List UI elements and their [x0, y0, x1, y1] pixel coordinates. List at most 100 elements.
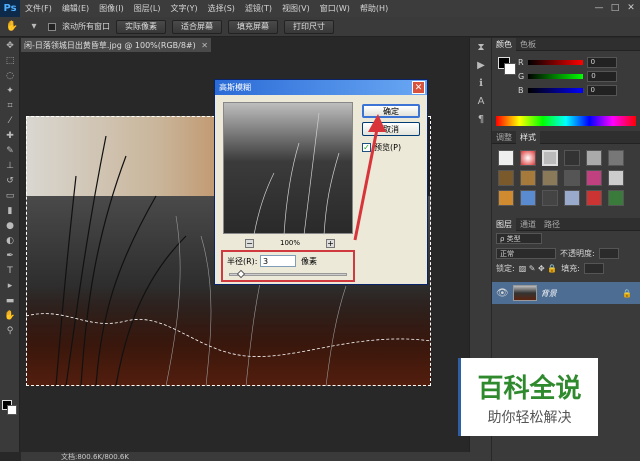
- style-swatch[interactable]: [542, 150, 558, 166]
- style-swatch[interactable]: [542, 190, 558, 206]
- style-swatch[interactable]: [520, 190, 536, 206]
- style-swatch[interactable]: [586, 190, 602, 206]
- gradient-tool-icon[interactable]: ▮: [0, 203, 20, 218]
- actual-pixels-button[interactable]: 实际像素: [116, 19, 166, 34]
- style-swatch[interactable]: [608, 150, 624, 166]
- stamp-tool-icon[interactable]: ⊥: [0, 158, 20, 173]
- style-swatch[interactable]: [498, 190, 514, 206]
- style-swatch[interactable]: [586, 150, 602, 166]
- background-swatch[interactable]: [504, 63, 516, 75]
- style-swatch[interactable]: [564, 190, 580, 206]
- opacity-field[interactable]: [598, 248, 619, 259]
- color-swatches[interactable]: [2, 400, 18, 416]
- fill-field[interactable]: [583, 263, 604, 274]
- blur-preview[interactable]: [223, 102, 353, 236]
- shape-tool-icon[interactable]: ▬: [0, 293, 20, 308]
- tab-styles[interactable]: 样式: [516, 130, 540, 144]
- maximize-button[interactable]: □: [608, 1, 622, 15]
- hand-tool-side-icon[interactable]: ✋: [0, 308, 20, 323]
- preview-toggle[interactable]: ✓ 预览(P): [362, 142, 401, 153]
- ok-button[interactable]: 确定: [362, 104, 420, 118]
- move-tool-icon[interactable]: ✥: [0, 38, 20, 53]
- lasso-tool-icon[interactable]: ◌: [0, 68, 20, 83]
- menu-type[interactable]: 文字(Y): [165, 3, 202, 14]
- close-document-icon[interactable]: ✕: [201, 41, 211, 50]
- style-swatch[interactable]: [586, 170, 602, 186]
- style-swatch[interactable]: [498, 170, 514, 186]
- menu-select[interactable]: 选择(S): [203, 3, 240, 14]
- blue-value[interactable]: 0: [586, 84, 617, 96]
- menu-image[interactable]: 图像(I): [94, 3, 129, 14]
- visibility-eye-icon[interactable]: 👁: [496, 288, 509, 299]
- info-panel-icon[interactable]: ℹ: [470, 74, 492, 92]
- history-brush-icon[interactable]: ↺: [0, 173, 20, 188]
- layer-kind-select[interactable]: ρ 类型: [496, 233, 542, 244]
- green-value[interactable]: 0: [587, 70, 618, 82]
- menu-edit[interactable]: 编辑(E): [57, 3, 94, 14]
- radius-slider-handle[interactable]: [236, 269, 246, 279]
- style-swatch[interactable]: [564, 170, 580, 186]
- zoom-out-button[interactable]: −: [245, 238, 254, 248]
- tab-layers[interactable]: 图层: [492, 217, 516, 231]
- blue-bar[interactable]: [527, 87, 583, 93]
- marquee-tool-icon[interactable]: ⬚: [0, 53, 20, 68]
- fit-screen-button[interactable]: 适合屏幕: [172, 19, 222, 34]
- magic-wand-tool-icon[interactable]: ✦: [0, 83, 20, 98]
- crop-tool-icon[interactable]: ⌗: [0, 98, 20, 113]
- tab-color[interactable]: 颜色: [492, 37, 516, 51]
- style-swatch[interactable]: [608, 190, 624, 206]
- style-swatch[interactable]: [564, 150, 580, 166]
- minimize-button[interactable]: —: [592, 1, 606, 15]
- dialog-close-icon[interactable]: ✕: [412, 81, 425, 94]
- brush-tool-icon[interactable]: ✎: [0, 143, 20, 158]
- menu-window[interactable]: 窗口(W): [315, 3, 355, 14]
- color-spectrum[interactable]: [496, 116, 636, 126]
- radius-input[interactable]: [260, 255, 296, 267]
- fill-screen-button[interactable]: 填充屏幕: [228, 19, 278, 34]
- radius-slider[interactable]: [229, 273, 347, 276]
- zoom-in-button[interactable]: +: [325, 238, 335, 248]
- style-swatch[interactable]: [520, 150, 536, 166]
- tab-adjustments[interactable]: 调整: [492, 131, 516, 144]
- tab-channels[interactable]: 通道: [516, 218, 540, 231]
- zoom-tool-icon[interactable]: ⚲: [0, 323, 20, 338]
- scroll-all-checkbox[interactable]: [48, 22, 56, 31]
- dodge-tool-icon[interactable]: ◐: [0, 233, 20, 248]
- pen-tool-icon[interactable]: ✒: [0, 248, 20, 263]
- red-value[interactable]: 0: [586, 56, 617, 68]
- style-swatch[interactable]: [498, 150, 514, 166]
- paragraph-panel-icon[interactable]: ¶: [470, 110, 492, 128]
- style-swatch[interactable]: [608, 170, 624, 186]
- close-window-button[interactable]: ✕: [624, 1, 638, 15]
- print-size-button[interactable]: 打印尺寸: [284, 19, 334, 34]
- blur-tool-icon[interactable]: ●: [0, 218, 20, 233]
- menu-layer[interactable]: 图层(L): [129, 3, 166, 14]
- menu-filter[interactable]: 滤镜(T): [240, 3, 277, 14]
- menu-file[interactable]: 文件(F): [20, 3, 57, 14]
- eyedropper-tool-icon[interactable]: ⁄: [0, 113, 20, 128]
- eraser-tool-icon[interactable]: ▭: [0, 188, 20, 203]
- document-tab[interactable]: 闲-日落领城日出黄昏草.jpg @ 100%(RGB/8#) ✕: [21, 38, 211, 52]
- layer-row-background[interactable]: 👁 背景 🔒: [492, 282, 640, 304]
- character-panel-icon[interactable]: A: [470, 92, 492, 110]
- tool-preset-icon[interactable]: ▾: [26, 20, 42, 34]
- menu-view[interactable]: 视图(V): [277, 3, 315, 14]
- preview-checkbox[interactable]: ✓: [362, 143, 371, 152]
- blue-slider-row[interactable]: B 0: [492, 83, 640, 97]
- menu-help[interactable]: 帮助(H): [355, 3, 393, 14]
- background-color[interactable]: [7, 405, 17, 415]
- style-swatch[interactable]: [520, 170, 536, 186]
- style-swatch[interactable]: [542, 170, 558, 186]
- red-bar[interactable]: [527, 59, 583, 65]
- path-select-tool-icon[interactable]: ▸: [0, 278, 20, 293]
- tab-paths[interactable]: 路径: [540, 218, 564, 231]
- tab-swatches[interactable]: 色板: [516, 38, 540, 51]
- cancel-button[interactable]: 取消: [362, 122, 420, 136]
- green-bar[interactable]: [528, 73, 584, 79]
- history-panel-icon[interactable]: ⧗: [470, 38, 492, 56]
- blend-mode-select[interactable]: 正常: [496, 248, 556, 259]
- healing-brush-icon[interactable]: ✚: [0, 128, 20, 143]
- lock-icons[interactable]: ▨ ✎ ✥ 🔒: [519, 264, 558, 273]
- type-tool-icon[interactable]: T: [0, 263, 20, 278]
- actions-panel-icon[interactable]: ▶: [470, 56, 492, 74]
